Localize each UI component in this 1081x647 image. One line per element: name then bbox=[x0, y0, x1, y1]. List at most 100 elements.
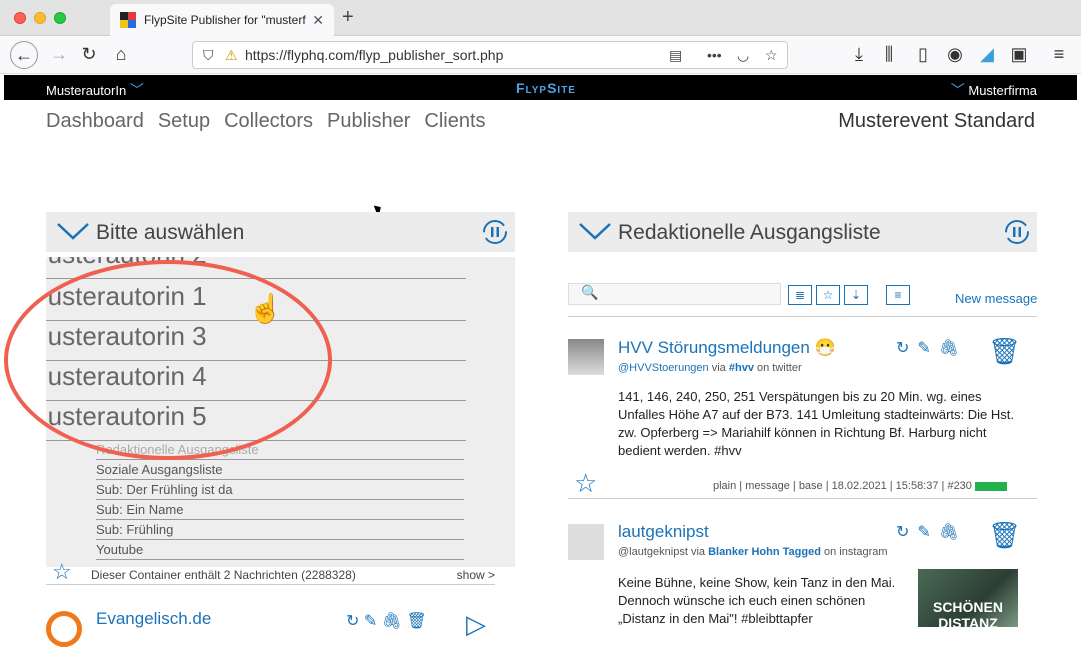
star-icon[interactable]: ☆ bbox=[52, 559, 72, 585]
message-via[interactable]: #hvv bbox=[729, 362, 754, 374]
shield-icon[interactable]: ⛉ bbox=[203, 47, 214, 64]
extension-icon[interactable]: ◢ bbox=[976, 44, 998, 65]
nav-publisher[interactable]: Publisher bbox=[327, 110, 410, 133]
message-source: on twitter bbox=[757, 362, 802, 374]
refresh-pause-icon[interactable] bbox=[1003, 218, 1031, 246]
show-link[interactable]: show > bbox=[457, 568, 495, 582]
star-icon[interactable]: ☆ bbox=[574, 468, 597, 499]
sidebar-icon[interactable]: ▯ bbox=[912, 44, 934, 65]
trash-icon[interactable]: 🗑 bbox=[988, 520, 1021, 551]
maximize-window-button[interactable] bbox=[54, 12, 66, 24]
list-item[interactable]: Sub: Der Frühling ist da bbox=[96, 480, 464, 500]
nav-clients[interactable]: Clients bbox=[424, 110, 485, 133]
list-item[interactable]: Sub: Ein Name bbox=[96, 500, 464, 520]
play-icon[interactable]: ▷ bbox=[466, 609, 486, 640]
list-item[interactable]: Sub: Frühling bbox=[96, 520, 464, 540]
search-input[interactable]: 🔍 bbox=[568, 283, 781, 305]
forward-button[interactable]: → bbox=[48, 44, 70, 65]
list-view-icon[interactable]: ≣ bbox=[788, 285, 812, 305]
menu-icon[interactable]: ≡ bbox=[1048, 44, 1070, 65]
company-menu[interactable]: ﹀ Musterfirma bbox=[951, 80, 1037, 100]
status-bar bbox=[974, 481, 1007, 491]
message-actions: ↻ ✎ 🖇 bbox=[896, 338, 959, 358]
chevron-down-icon[interactable]: ﹀ bbox=[130, 82, 144, 98]
message-footer-text: plain | message | base | 18.02.2021 | 15… bbox=[713, 480, 972, 492]
message-meta: @HVVStoerungen via #hvv on twitter bbox=[618, 362, 802, 374]
avatar bbox=[568, 524, 604, 560]
list-item[interactable]: Soziale Ausgangsliste bbox=[96, 460, 464, 480]
message-via[interactable]: Blanker Hohn Tagged bbox=[708, 546, 821, 558]
message-title[interactable]: lautgeknipst bbox=[618, 522, 709, 542]
new-tab-icon[interactable]: + bbox=[342, 6, 354, 29]
repost-icon[interactable]: ↻ bbox=[896, 522, 909, 542]
right-panel-header[interactable]: Redaktionelle Ausgangsliste bbox=[568, 212, 1037, 252]
message-handle[interactable]: @lautgeknipst bbox=[618, 546, 688, 558]
message-actions: ↻ ✎ 🖇 bbox=[896, 522, 959, 542]
new-message-link[interactable]: New message bbox=[955, 291, 1037, 306]
browser-window: FlypSite Publisher for "musterfi ✕ + ← →… bbox=[0, 0, 1081, 647]
thumbnail-text: SCHÖNEN DISTANZ bbox=[932, 599, 1003, 631]
company-name[interactable]: Musterfirma bbox=[968, 83, 1037, 98]
bookmark-star-icon[interactable]: ☆ bbox=[765, 47, 778, 64]
left-panel-header[interactable]: Bitte auswählen bbox=[46, 212, 515, 252]
reload-icon[interactable]: ↻ bbox=[78, 44, 100, 65]
sort-icon[interactable]: ⇣ bbox=[844, 285, 868, 305]
downloads-icon[interactable]: ⤓ bbox=[848, 44, 870, 65]
container-note: ☆ Dieser Container enthält 2 Nachrichten… bbox=[46, 559, 495, 585]
event-title: Musterevent Standard bbox=[838, 110, 1035, 132]
tab-close-icon[interactable]: ✕ bbox=[312, 12, 324, 29]
account-icon[interactable]: ◉ bbox=[944, 44, 966, 65]
highlight-circle bbox=[4, 260, 332, 460]
search-icon: 🔍 bbox=[581, 284, 599, 300]
right-panel-title[interactable]: Redaktionelle Ausgangsliste bbox=[618, 221, 881, 245]
home-icon[interactable]: ⌂ bbox=[110, 44, 132, 65]
nav-dashboard[interactable]: Dashboard bbox=[46, 110, 144, 133]
edit-icon[interactable]: ✎ bbox=[917, 338, 930, 358]
divider bbox=[568, 498, 1037, 499]
url-text[interactable]: https://flyphq.com/flyp_publisher_sort.p… bbox=[245, 47, 503, 63]
back-button[interactable]: ← bbox=[10, 41, 38, 69]
message-source: on instagram bbox=[824, 546, 888, 558]
reader-view-icon[interactable]: ▤ bbox=[669, 47, 682, 64]
list-item[interactable]: Youtube bbox=[96, 540, 464, 560]
message-handle[interactable]: @HVVStoerungen bbox=[618, 362, 709, 374]
user-name[interactable]: MusterautorIn bbox=[46, 83, 126, 98]
page-actions-icon[interactable]: ••• bbox=[707, 47, 722, 63]
library-icon[interactable]: ⫼ bbox=[878, 44, 900, 65]
tab-strip: FlypSite Publisher for "musterfi ✕ + bbox=[0, 0, 1081, 36]
container-title[interactable]: Evangelisch.de bbox=[96, 609, 211, 629]
chevron-down-icon[interactable] bbox=[578, 220, 612, 242]
attachment-icon[interactable]: 🖇 bbox=[939, 522, 959, 542]
message-meta: @lautgeknipst via Blanker Hohn Tagged on… bbox=[618, 546, 888, 558]
trash-icon[interactable]: 🗑 bbox=[988, 336, 1021, 367]
extension-box-icon[interactable]: ▣ bbox=[1008, 44, 1030, 65]
message-thumbnail[interactable]: SCHÖNEN DISTANZ bbox=[918, 569, 1018, 631]
left-panel-title[interactable]: Bitte auswählen bbox=[96, 221, 244, 245]
compact-view-icon[interactable]: ≡ bbox=[886, 285, 910, 305]
refresh-pause-icon[interactable] bbox=[481, 218, 509, 246]
pocket-icon[interactable]: ◡ bbox=[737, 47, 749, 64]
browser-tab[interactable]: FlypSite Publisher for "musterfi ✕ bbox=[110, 4, 334, 36]
star-filter-icon[interactable]: ☆ bbox=[816, 285, 840, 305]
chevron-down-icon[interactable] bbox=[56, 220, 90, 242]
nav-setup[interactable]: Setup bbox=[158, 110, 210, 133]
message-body: Keine Bühne, keine Show, kein Tanz in de… bbox=[618, 575, 896, 626]
nav-collectors[interactable]: Collectors bbox=[224, 110, 313, 133]
lock-warning-icon[interactable]: ⚠ bbox=[225, 47, 238, 64]
url-bar[interactable]: ⛉ ⚠ https://flyphq.com/flyp_publisher_so… bbox=[192, 41, 788, 69]
minimize-window-button[interactable] bbox=[34, 12, 46, 24]
navigation-bar: ← → ↻ ⌂ ⛉ ⚠ https://flyphq.com/flyp_publ… bbox=[0, 36, 1081, 74]
avatar bbox=[568, 339, 604, 375]
edit-icon[interactable]: ✎ bbox=[917, 522, 930, 542]
attachment-icon[interactable]: 🖇 bbox=[939, 338, 959, 358]
container-action-icons[interactable]: ↻ ✎ 🖇 🗑 bbox=[346, 611, 427, 631]
close-window-button[interactable] bbox=[14, 12, 26, 24]
repost-icon[interactable]: ↻ bbox=[896, 338, 909, 358]
via-label: via bbox=[711, 362, 726, 374]
chevron-down-icon[interactable]: ﹀ bbox=[951, 82, 965, 98]
container-avatar bbox=[46, 611, 82, 647]
divider bbox=[568, 316, 1037, 317]
message-title[interactable]: HVV Störungsmeldungen 😷 bbox=[618, 338, 836, 358]
site-favicon-icon bbox=[120, 12, 136, 28]
user-menu[interactable]: MusterautorIn ﹀ bbox=[46, 80, 144, 100]
